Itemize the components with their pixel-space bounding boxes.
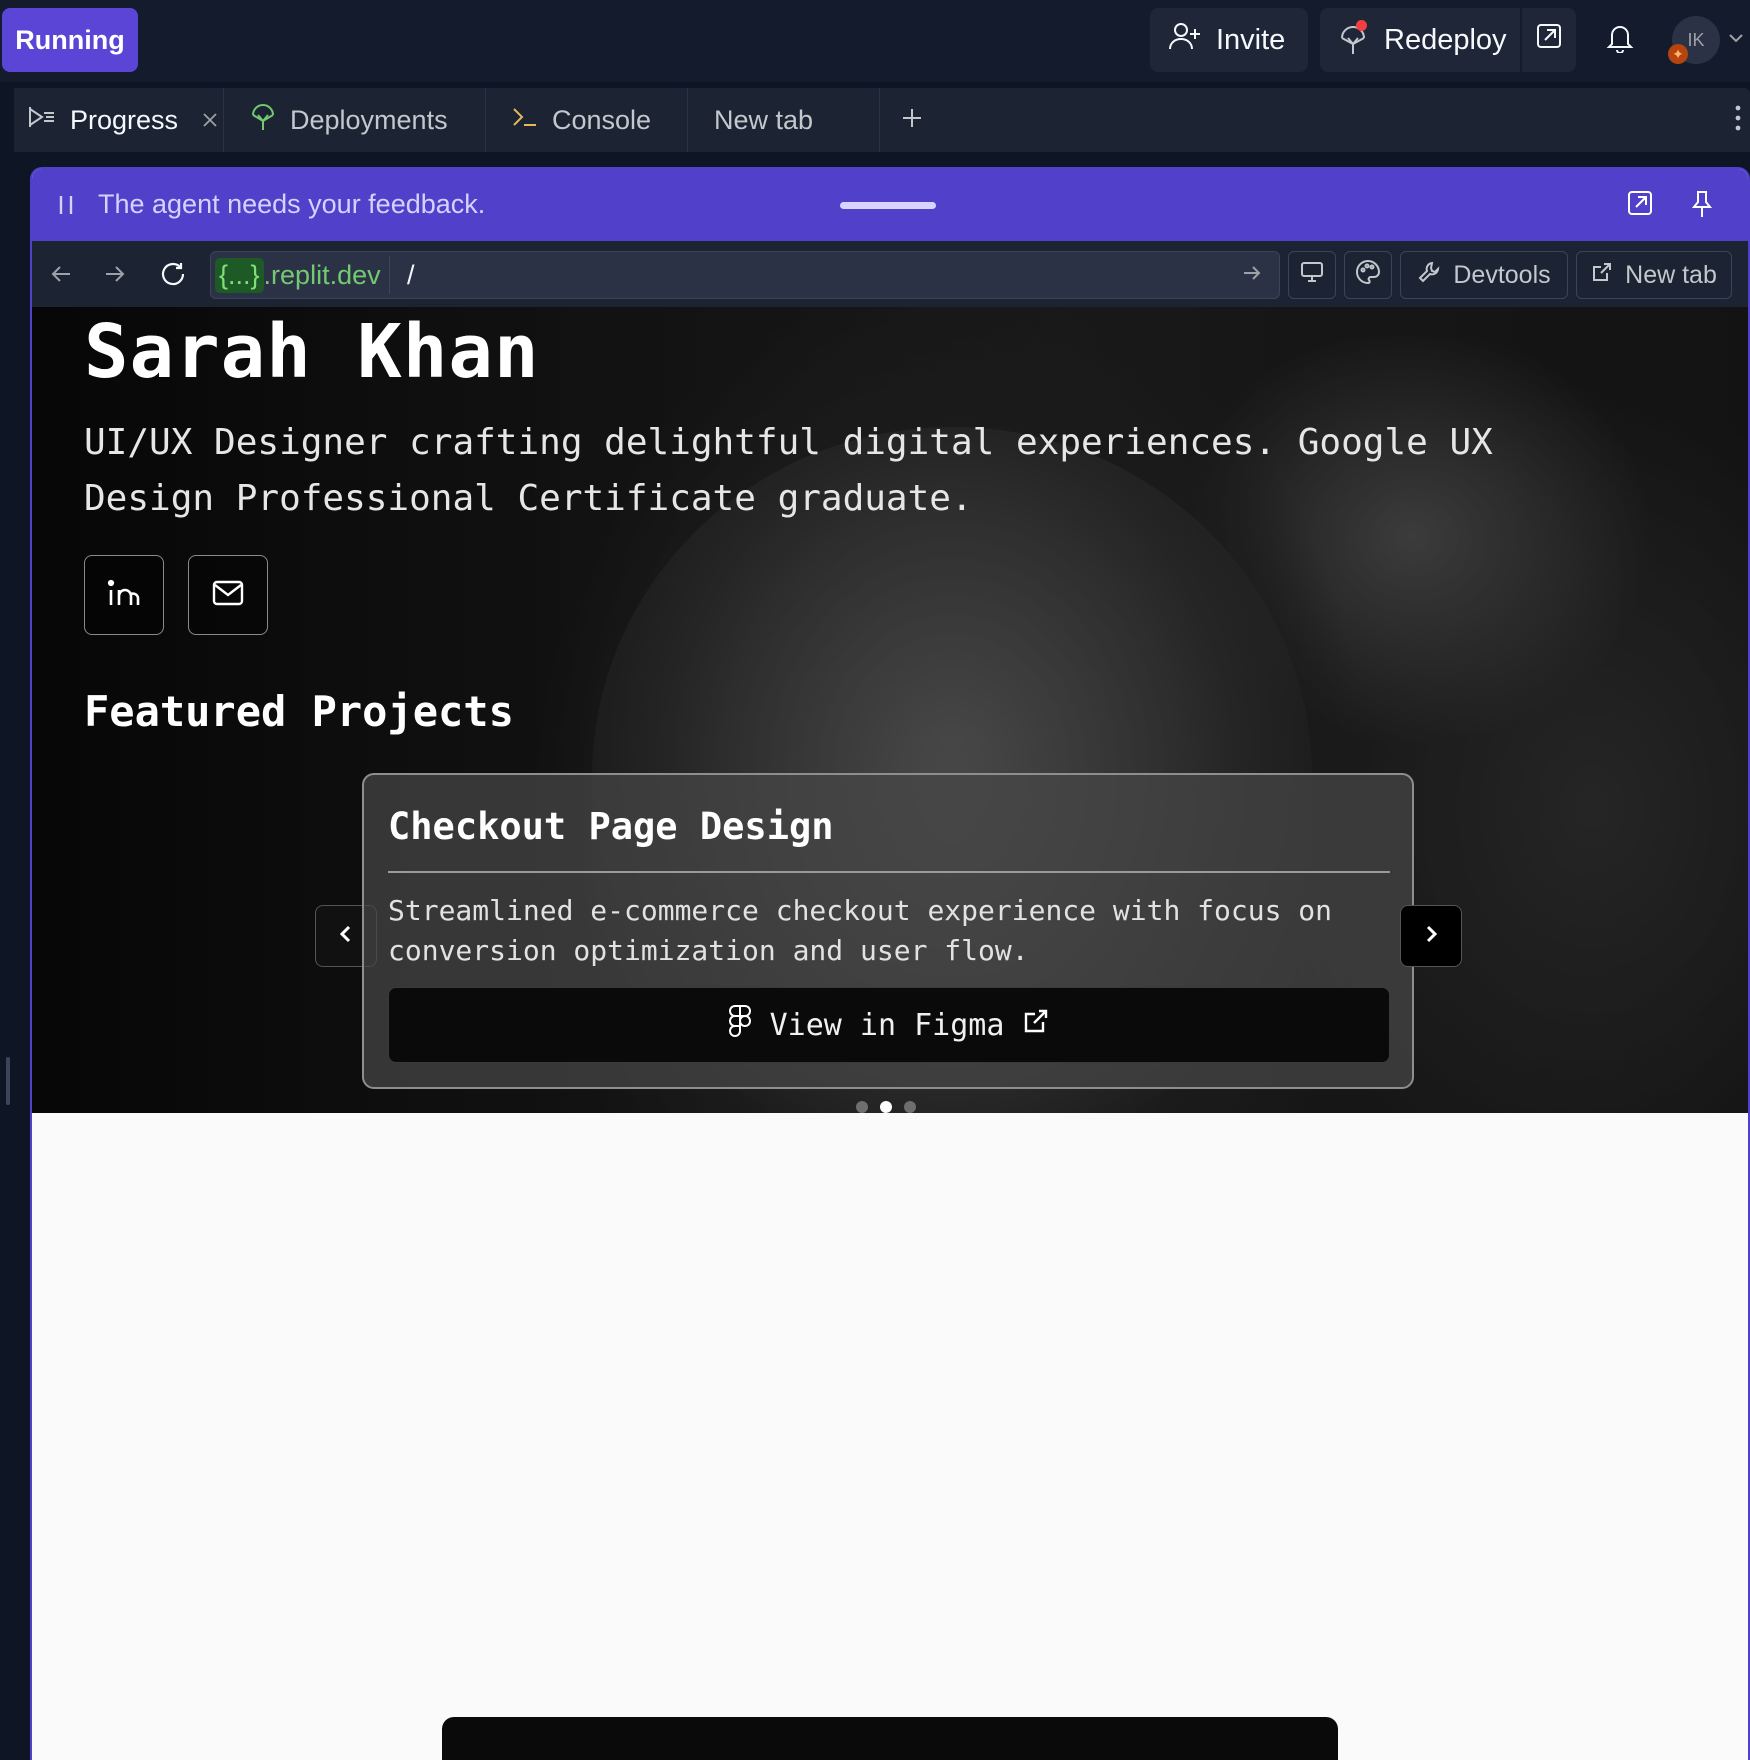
carousel-dots xyxy=(856,1101,916,1113)
open-new-tab-button[interactable]: New tab xyxy=(1576,251,1732,299)
new-tab-label: New tab xyxy=(1625,260,1717,289)
reload-icon[interactable] xyxy=(156,257,190,291)
url-host-domain: .replit.dev xyxy=(263,259,381,290)
tab-deployments[interactable]: Deployments xyxy=(224,88,486,152)
bell-icon xyxy=(1606,23,1634,58)
resize-handle[interactable] xyxy=(6,1057,10,1105)
url-bar: {...} .replit.dev / Devtools New tab xyxy=(32,241,1748,307)
email-button[interactable] xyxy=(188,555,268,635)
device-preview-button[interactable] xyxy=(1288,251,1336,299)
url-input[interactable]: {...} .replit.dev / xyxy=(210,251,1280,299)
project-title: Checkout Page Design xyxy=(388,805,834,848)
url-host: {...} .replit.dev xyxy=(215,256,390,294)
forward-arrow-icon[interactable] xyxy=(98,257,132,291)
chevron-left-icon xyxy=(335,923,357,949)
tab-label: Progress xyxy=(70,104,179,135)
devtools-label: Devtools xyxy=(1453,260,1551,289)
webview-panel: The agent needs your feedback. {...} .re… xyxy=(30,167,1750,1760)
carousel-dot[interactable] xyxy=(856,1101,868,1113)
notifications-button[interactable] xyxy=(1598,18,1642,62)
chevron-right-icon xyxy=(1420,923,1442,949)
view-in-figma-button[interactable]: View in Figma xyxy=(388,987,1390,1063)
figma-icon xyxy=(728,1004,752,1046)
project-description: Streamlined e-commerce checkout experien… xyxy=(388,894,1333,967)
palette-icon xyxy=(1355,259,1381,292)
left-gutter xyxy=(0,152,30,1760)
close-icon[interactable] xyxy=(202,112,218,128)
portfolio-hero: Sarah Khan UI/UX Designer crafting delig… xyxy=(32,307,1748,1113)
tab-label: Deployments xyxy=(290,104,448,135)
figma-button-label: View in Figma xyxy=(769,1007,1005,1043)
theme-button[interactable] xyxy=(1344,251,1392,299)
pause-icon[interactable] xyxy=(54,193,78,217)
wrench-icon xyxy=(1417,260,1441,291)
page-bottom-block xyxy=(442,1717,1338,1760)
linkedin-icon xyxy=(107,578,141,612)
featured-projects-heading: Featured Projects xyxy=(84,687,514,736)
portfolio-name: Sarah Khan xyxy=(84,309,540,395)
more-menu-button[interactable] xyxy=(1728,102,1748,138)
project-card: Checkout Page Design Streamlined e-comme… xyxy=(362,773,1414,1089)
external-arrow-icon[interactable] xyxy=(1626,189,1658,221)
carousel-dot[interactable] xyxy=(904,1101,916,1113)
progress-icon xyxy=(28,105,56,136)
carousel-next-button[interactable] xyxy=(1400,905,1462,967)
back-arrow-icon[interactable] xyxy=(44,257,78,291)
sparkle-badge-icon: ✦ xyxy=(1668,44,1688,64)
url-path[interactable]: / xyxy=(407,260,415,291)
plus-icon xyxy=(901,107,923,134)
invite-button[interactable]: Invite xyxy=(1150,8,1308,72)
invite-label: Invite xyxy=(1216,23,1286,56)
linkedin-button[interactable] xyxy=(84,555,164,635)
portfolio-bio: UI/UX Designer crafting delightful digit… xyxy=(84,422,1493,519)
tab-progress[interactable]: Progress xyxy=(14,88,224,152)
url-host-prefix: {...} xyxy=(215,257,264,293)
top-bar: Running Invite Redeploy IK ✦ xyxy=(0,0,1750,82)
add-tab-button[interactable] xyxy=(894,102,930,138)
kebab-icon xyxy=(1735,104,1741,137)
carousel-dot-active[interactable] xyxy=(880,1101,892,1113)
mail-icon xyxy=(212,580,244,610)
monitor-icon xyxy=(1300,261,1324,290)
deployments-icon xyxy=(250,103,276,138)
tab-new[interactable]: New tab xyxy=(688,88,880,152)
feedback-message: The agent needs your feedback. xyxy=(98,189,486,219)
tab-label: New tab xyxy=(714,104,814,135)
chevron-down-icon[interactable] xyxy=(1726,28,1746,48)
pin-icon[interactable] xyxy=(1688,189,1720,221)
external-link-icon xyxy=(1022,1007,1050,1043)
tab-strip: Progress Deployments Console New tab xyxy=(14,88,1750,152)
deploy-icon xyxy=(1338,20,1368,56)
external-link-icon xyxy=(1591,261,1613,290)
add-user-icon xyxy=(1168,21,1202,59)
external-arrow-icon xyxy=(1536,23,1562,57)
feedback-banner: The agent needs your feedback. xyxy=(32,169,1748,241)
open-deployment-button[interactable] xyxy=(1522,8,1576,72)
console-icon xyxy=(512,105,538,136)
devtools-button[interactable]: Devtools xyxy=(1400,251,1568,299)
go-arrow-icon[interactable] xyxy=(1241,262,1267,288)
tab-label: Console xyxy=(552,104,652,135)
divider xyxy=(388,871,1390,873)
drag-handle[interactable] xyxy=(840,202,936,209)
run-button[interactable]: Running xyxy=(2,8,138,72)
tab-console[interactable]: Console xyxy=(486,88,688,152)
redeploy-label: Redeploy xyxy=(1384,23,1507,56)
redeploy-button[interactable]: Redeploy xyxy=(1320,8,1520,72)
